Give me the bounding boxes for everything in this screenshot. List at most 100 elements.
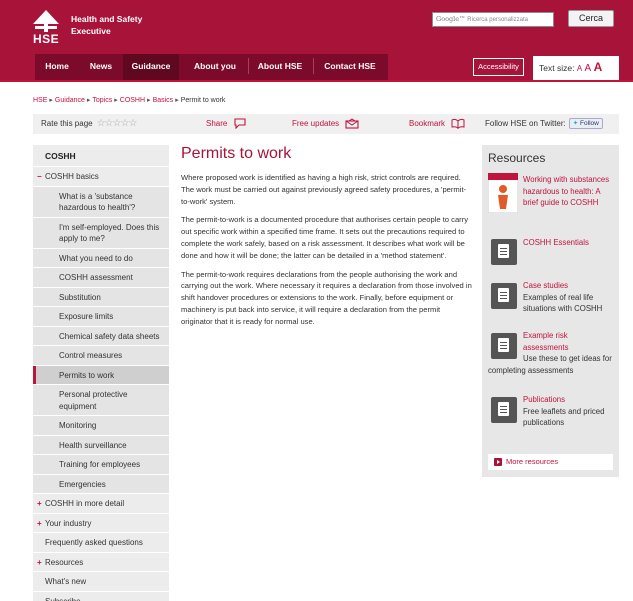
share-button[interactable]: Share [206, 114, 246, 134]
speech-bubble-icon [234, 118, 246, 130]
accessibility-button[interactable]: Accessibility [473, 58, 524, 76]
breadcrumb-coshh[interactable]: COSHH [120, 97, 145, 104]
header-divider [0, 80, 633, 82]
publications-icon [491, 397, 517, 423]
breadcrumb-guidance[interactable]: Guidance [55, 97, 85, 104]
breadcrumb-separator: ▸ [147, 97, 151, 104]
sidebar-item-what-you-need[interactable]: What you need to do [33, 248, 169, 268]
sidebar-item-training[interactable]: Training for employees [33, 455, 169, 475]
resource-description: Use these to get ideas for completing as… [488, 354, 612, 375]
document-icon [491, 239, 517, 265]
nav-divider [248, 58, 249, 74]
text-size-small[interactable]: A [577, 64, 582, 73]
resource-link-risk-assessments[interactable]: Example risk assessments [523, 330, 615, 353]
resources-title: Resources [488, 151, 546, 165]
sidebar-title[interactable]: COSHH [33, 145, 169, 167]
follow-label: Follow HSE on Twitter: [485, 119, 566, 128]
resource-link-coshh-guide[interactable]: Working with substances hazardous to hea… [523, 174, 615, 209]
resource-link-coshh-essentials[interactable]: COSHH Essentials [523, 237, 615, 249]
paragraph: The permit-to-work is a documented proce… [181, 215, 469, 260]
search-button[interactable]: Cerca [568, 10, 614, 27]
page-tools-bar: Rate this page ☆☆☆☆☆ Share Free updates B… [33, 114, 619, 134]
sidebar-item-coshh-basics[interactable]: − COSHH basics [33, 167, 169, 187]
text-size-large[interactable]: A [594, 60, 603, 74]
paragraph: Where proposed work is identified as hav… [181, 173, 467, 206]
sidebar-item-faq[interactable]: Frequently asked questions [33, 533, 169, 553]
nav-about-hse[interactable]: About HSE [251, 54, 309, 80]
sidebar-item-coshh-detail[interactable]: + COSHH in more detail [33, 494, 169, 514]
logo-name-line1: Health and Safety [71, 14, 143, 24]
logo-name-line2: Executive [71, 26, 111, 36]
follow-button-label: Follow [580, 120, 599, 128]
search-brand: Google™ [436, 15, 466, 23]
more-resources-link[interactable]: More resources [488, 454, 613, 470]
bookmark-button[interactable]: Bookmark [409, 114, 465, 134]
sidebar-item-safety-data-sheets[interactable]: Chemical safety data sheets [33, 326, 169, 346]
case-studies-icon [491, 283, 517, 309]
logo-abbr: HSE [33, 32, 60, 46]
sidebar-item-your-industry[interactable]: + Your industry [33, 513, 169, 533]
expand-icon: + [37, 499, 42, 508]
main-content: Permits to work Where proposed work is i… [181, 144, 472, 335]
search-placeholder: Ricerca personalizzata [467, 17, 528, 23]
resource-publications: Publications Free leaflets and priced pu… [523, 394, 615, 429]
search-input[interactable]: Google™ Ricerca personalizzata [432, 12, 554, 27]
sidebar-item-emergencies[interactable]: Emergencies [33, 474, 169, 494]
twitter-bird-icon: ✦ [572, 120, 579, 128]
sidebar-item-exposure-limits[interactable]: Exposure limits [33, 307, 169, 327]
text-size-medium[interactable]: A [585, 63, 592, 74]
nav-contact-hse[interactable]: Contact HSE [316, 54, 384, 80]
follow-twitter: Follow HSE on Twitter: ✦ Follow [485, 114, 603, 134]
bookmark-label: Bookmark [409, 119, 446, 128]
sidebar-item-monitoring[interactable]: Monitoring [33, 416, 169, 436]
sidebar-item-label: COSHH basics [45, 172, 99, 181]
sidebar-item-substance-hazardous[interactable]: What is a 'substance hazardous to health… [33, 186, 169, 218]
sidebar-item-control-measures[interactable]: Control measures [33, 346, 169, 366]
resource-link-publications[interactable]: Publications [523, 394, 615, 406]
sidebar-item-subscribe[interactable]: Subscribe [33, 591, 169, 601]
breadcrumb-basics[interactable]: Basics [153, 97, 174, 104]
page-title: Permits to work [181, 145, 292, 162]
breadcrumb-topics[interactable]: Topics [92, 97, 112, 104]
sidebar-item-permits-to-work[interactable]: Permits to work [33, 365, 169, 385]
nav-guidance[interactable]: Guidance [123, 54, 179, 80]
sidebar-item-coshh-assessment[interactable]: COSHH assessment [33, 268, 169, 288]
nav-home[interactable]: Home [35, 54, 79, 80]
text-size-control: Text size: A A A [533, 56, 619, 80]
sidebar-item-resources[interactable]: + Resources [33, 552, 169, 572]
twitter-follow-button[interactable]: ✦ Follow [568, 118, 603, 130]
resource-link-case-studies[interactable]: Case studies [523, 280, 615, 292]
breadcrumb-current: Permit to work [180, 97, 226, 104]
hse-logo-icon [33, 10, 59, 32]
nav-news[interactable]: News [80, 54, 122, 80]
sidebar-item-label: Resources [45, 557, 84, 567]
hse-logo[interactable]: HSE Health and Safety Executive [33, 10, 142, 46]
free-updates-button[interactable]: Free updates [292, 114, 359, 134]
open-book-icon [451, 119, 465, 130]
expand-icon: + [37, 557, 42, 567]
paragraph: The permit-to-work requires declarations… [181, 269, 472, 326]
collapse-icon: − [37, 172, 42, 181]
nav-about-you[interactable]: About you [186, 54, 244, 80]
breadcrumb-hse[interactable]: HSE [33, 97, 47, 104]
text-size-label: Text size: [539, 63, 575, 73]
resource-case-studies: Case studies Examples of real life situa… [523, 280, 615, 315]
breadcrumb-separator: ▸ [49, 97, 53, 104]
rate-label: Rate this page [41, 119, 93, 128]
sidebar-nav: COSHH − COSHH basics What is a 'substance… [33, 145, 169, 601]
sidebar-item-whats-new[interactable]: What's new [33, 572, 169, 592]
rating-stars[interactable]: ☆☆☆☆☆ [97, 118, 138, 129]
logo-name: Health and Safety Executive [71, 13, 142, 37]
sidebar-item-health-surveillance[interactable]: Health surveillance [33, 435, 169, 455]
resource-description: Examples of real life situations with CO… [523, 292, 603, 314]
coshh-guide-cover-icon[interactable] [488, 173, 518, 213]
sidebar-item-substitution[interactable]: Substitution [33, 287, 169, 307]
free-updates-label: Free updates [292, 119, 340, 128]
expand-icon: + [37, 518, 42, 528]
breadcrumb: HSE ▸ Guidance ▸ Topics ▸ COSHH ▸ Basics ▸ Permit … [33, 96, 225, 104]
site-header: HSE Health and Safety Executive Google™ … [0, 0, 633, 48]
sidebar-item-ppe[interactable]: Personal protective equipment [33, 385, 169, 416]
resource-description: Free leaflets and priced publications [523, 406, 605, 428]
sidebar-item-self-employed[interactable]: I'm self-employed. Does this apply to me… [33, 217, 169, 249]
nav-divider [313, 58, 314, 74]
